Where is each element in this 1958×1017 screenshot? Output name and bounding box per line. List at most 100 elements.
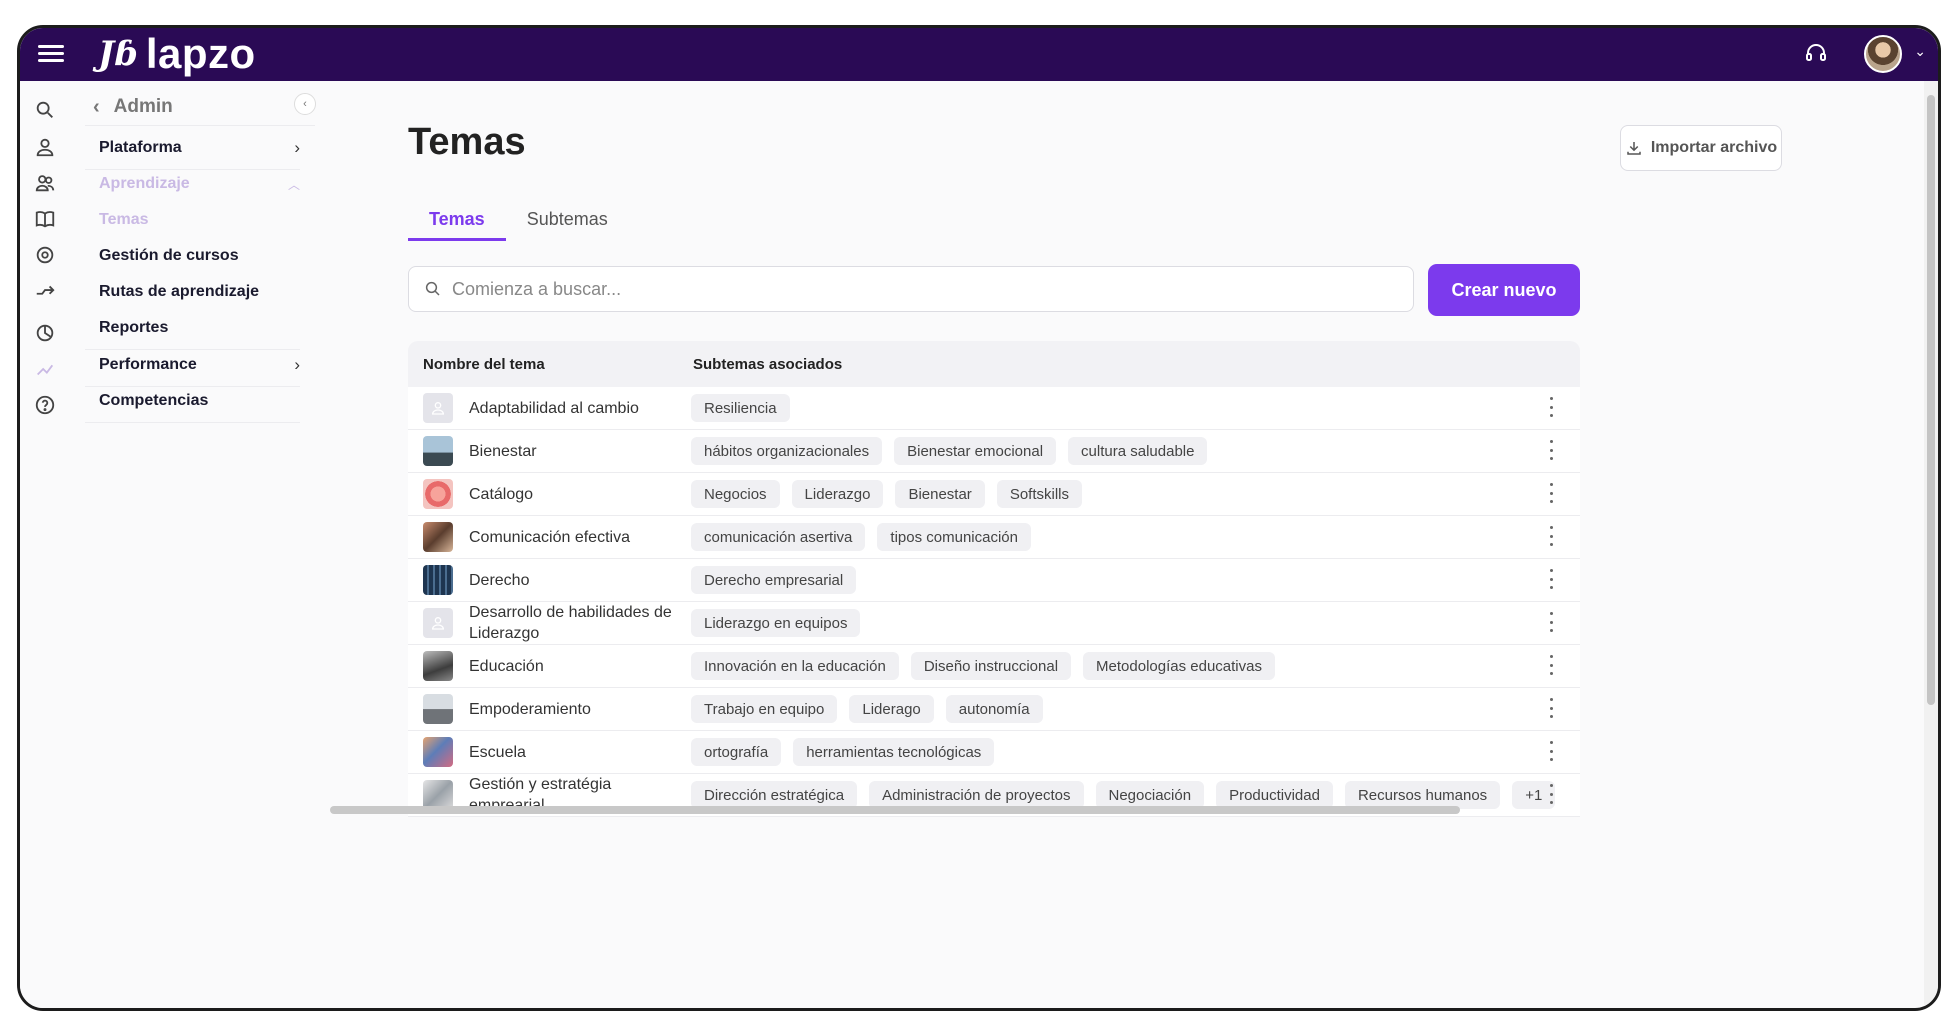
subtopic-chip: Negocios <box>691 480 780 508</box>
target-icon[interactable] <box>34 244 56 266</box>
logo-text: lapzo <box>145 30 256 77</box>
subtopic-chips: ortografía herramientas tecnológicas <box>691 738 995 766</box>
table-row[interactable]: Derecho Derecho empresarial <box>408 559 1580 602</box>
subtopic-chip: Bienestar emocional <box>894 437 1057 465</box>
search-input[interactable] <box>450 277 1413 301</box>
subtopic-chip: herramientas tecnológicas <box>793 738 995 766</box>
topic-name: Catálogo <box>469 485 534 503</box>
row-actions-kebab-icon[interactable] <box>1548 526 1554 546</box>
subtopic-chip: Resiliencia <box>691 394 790 422</box>
route-icon[interactable] <box>34 280 56 302</box>
table-row[interactable]: Comunicación efectiva comunicación aserti… <box>408 516 1580 559</box>
book-icon[interactable] <box>34 208 56 230</box>
page-title: Temas <box>408 121 526 163</box>
logo-mark: Jɓ <box>98 34 138 74</box>
row-actions-kebab-icon[interactable] <box>1548 440 1554 460</box>
tab-temas[interactable]: Temas <box>408 201 506 241</box>
performance-icon[interactable] <box>34 358 56 380</box>
subtopic-chips: Negocios Liderazgo Bienestar Softskills <box>691 480 1082 508</box>
subtopic-chip: tipos comunicación <box>877 523 1031 551</box>
subtopic-chip: Dirección estratégica <box>691 781 858 809</box>
column-header-name: Nombre del tema <box>423 355 545 373</box>
subtopic-chip: Diseño instruccional <box>910 652 1072 680</box>
topic-name: Escuela <box>469 743 526 761</box>
search-icon[interactable] <box>34 99 56 121</box>
chevron-right-icon: › <box>294 137 300 157</box>
row-actions-kebab-icon[interactable] <box>1548 655 1554 675</box>
chevron-down-icon[interactable]: ⌄ <box>1914 43 1926 60</box>
table-row[interactable]: Desarrollo de habilidades de Liderazgo Li… <box>408 602 1580 645</box>
headset-support-icon[interactable] <box>1804 41 1828 65</box>
sidebar-item-label: Rutas de aprendizaje <box>99 283 260 300</box>
collapse-sidebar-icon[interactable]: ‹ <box>294 93 316 115</box>
chevron-up-icon: ︿ <box>287 177 300 192</box>
sidebar-item-label: Temas <box>99 211 149 228</box>
sidebar-item-label: Plataforma <box>99 138 182 156</box>
table-row[interactable]: Catálogo Negocios Liderazgo Bienestar Softsk… <box>408 473 1580 516</box>
download-icon <box>1627 142 1641 155</box>
row-actions-kebab-icon[interactable] <box>1548 784 1554 804</box>
topic-thumbnail <box>423 651 453 681</box>
app-logo[interactable]: Jɓ lapzo <box>98 30 256 78</box>
user-avatar[interactable] <box>1864 35 1902 73</box>
users-icon[interactable] <box>34 172 56 194</box>
reports-icon[interactable] <box>34 322 56 344</box>
table-row[interactable]: Escuela ortografía herramientas tecnológic… <box>408 731 1580 774</box>
subtopic-chip: Administración de proyectos <box>869 781 1084 809</box>
row-actions-kebab-icon[interactable] <box>1548 698 1554 718</box>
table-header: Nombre del tema Subtemas asociados <box>408 341 1580 387</box>
subtopic-chip: Innovación en la educación <box>691 652 899 680</box>
subtopic-chip: Liderazgo en equipos <box>691 609 861 637</box>
table-row[interactable]: Bienestar hábitos organizacionales Bienest… <box>408 430 1580 473</box>
row-actions-kebab-icon[interactable] <box>1548 483 1554 503</box>
user-icon[interactable] <box>34 136 56 158</box>
subtopic-chip: cultura saludable <box>1068 437 1208 465</box>
tab-bar: Temas Subtemas <box>408 201 629 241</box>
topic-thumbnail <box>423 479 453 509</box>
import-file-button[interactable]: Importar archivo <box>1620 125 1782 171</box>
main-content: Temas Importar archivo Temas Subtemas Cr… <box>330 81 1938 1008</box>
subtopic-chip: Negociación <box>1095 781 1205 809</box>
sidebar-item-label: Gestión de cursos <box>99 247 239 264</box>
import-label: Importar archivo <box>1650 139 1778 156</box>
subtopic-chip: Metodologías educativas <box>1083 652 1275 680</box>
row-actions-kebab-icon[interactable] <box>1548 397 1554 417</box>
horizontal-scrollbar[interactable] <box>330 806 1460 814</box>
topic-thumbnail <box>423 565 453 595</box>
tab-subtemas[interactable]: Subtemas <box>506 201 629 238</box>
row-actions-kebab-icon[interactable] <box>1548 569 1554 589</box>
subtopic-chip: Liderago <box>849 695 934 723</box>
subtopic-chips: Derecho empresarial <box>691 566 857 594</box>
search-field[interactable] <box>408 266 1414 312</box>
vertical-scrollbar[interactable] <box>1924 81 1938 1008</box>
table-row[interactable]: Educación Innovación en la educación Diseñ… <box>408 645 1580 688</box>
table-row[interactable]: Empoderamiento Trabajo en equipo Liderago a… <box>408 688 1580 731</box>
subtopic-chip: Productividad <box>1216 781 1333 809</box>
chevron-left-icon: ‹ <box>93 95 100 118</box>
placeholder-user-icon <box>423 608 453 638</box>
topic-name: Bienestar <box>469 442 537 460</box>
sidebar-item-label: Performance <box>99 355 197 373</box>
scrollbar-thumb[interactable] <box>1927 95 1935 705</box>
subtopic-chip: Recursos humanos <box>1344 781 1501 809</box>
create-new-button[interactable]: Crear nuevo <box>1428 264 1580 316</box>
topic-thumbnail <box>423 737 453 767</box>
subtopic-chip: hábitos organizacionales <box>691 437 883 465</box>
subtopic-chip: Liderazgo <box>791 480 884 508</box>
subtopic-chips: Dirección estratégica Administración de p… <box>691 781 1556 809</box>
subtopic-chip: ortografía <box>691 738 782 766</box>
sidebar-item-competencias[interactable]: Competencias <box>85 379 300 423</box>
topic-thumbnail <box>423 694 453 724</box>
sidebar-item-label: Reportes <box>99 318 169 336</box>
row-actions-kebab-icon[interactable] <box>1548 741 1554 761</box>
app-window: Jɓ lapzo ⌄ ‹ Admin ‹ Plataforma › Aprend… <box>17 25 1941 1011</box>
back-to-admin[interactable]: ‹ Admin <box>85 89 315 126</box>
row-actions-kebab-icon[interactable] <box>1548 612 1554 632</box>
table-row[interactable]: Adaptabilidad al cambio Resiliencia <box>408 387 1580 430</box>
hamburger-menu-icon[interactable] <box>38 41 64 65</box>
subtopic-chips: comunicación asertiva tipos comunicación <box>691 523 1031 551</box>
chevron-right-icon: › <box>294 354 300 374</box>
sidebar-item-label: Aprendizaje <box>99 175 190 192</box>
help-icon[interactable] <box>34 394 56 416</box>
top-bar: Jɓ lapzo ⌄ <box>20 28 1938 81</box>
